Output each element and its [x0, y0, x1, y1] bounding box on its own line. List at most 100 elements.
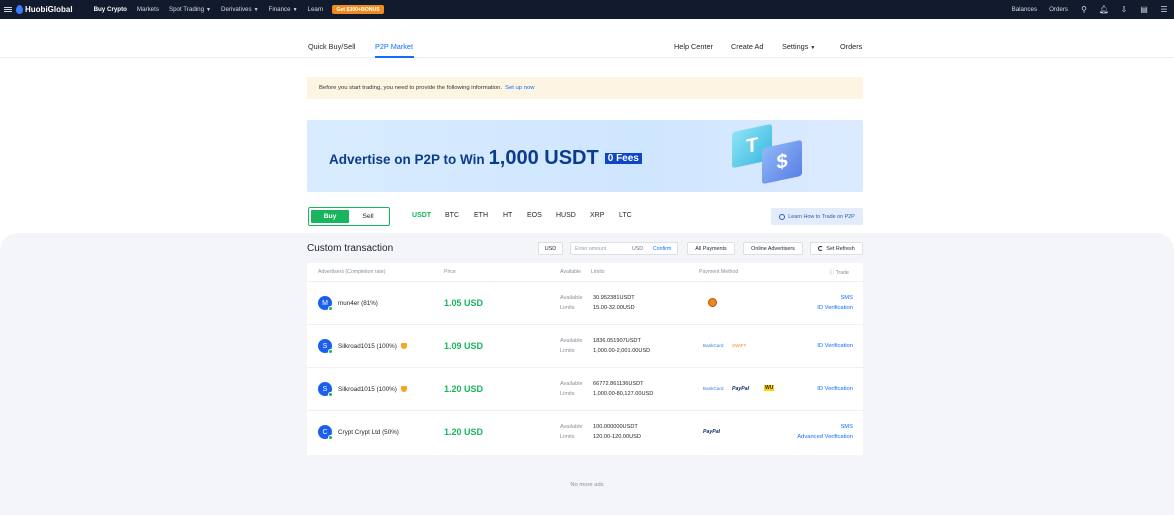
download-icon[interactable]: ⇩	[1114, 0, 1134, 19]
advertiser-name[interactable]: Silkroad1015 (100%)	[338, 386, 407, 393]
table-row: S Silkroad1015 (100%) 1.20 USD Available…	[307, 368, 863, 411]
setup-notice: Before you start trading, you need to pr…	[307, 77, 863, 99]
header-available: Available	[560, 269, 581, 275]
trade-id-verification[interactable]: ID Verification	[817, 386, 853, 392]
nav-spot-trading[interactable]: Spot Trading ▼	[164, 0, 216, 19]
help-center-link[interactable]: Help Center	[674, 42, 713, 51]
advertiser-name[interactable]: Crypt Crypt Ltd (50%)	[338, 429, 399, 436]
bank-card-icon: BankCard	[703, 343, 724, 348]
limits-range: 15.00-32.00USD	[593, 305, 635, 311]
tab-p2p-market[interactable]: P2P Market	[375, 42, 413, 51]
buy-button[interactable]: Buy	[311, 210, 349, 223]
limits-range: 1,000.00-2,001.00USD	[593, 348, 651, 354]
payment-method-icon	[708, 298, 717, 307]
settings-icon[interactable]: ☰	[1154, 0, 1174, 19]
sell-button[interactable]: Sell	[349, 210, 387, 223]
settings-dropdown[interactable]: Settings ▼	[782, 42, 815, 51]
nav-markets[interactable]: Markets	[132, 0, 164, 19]
header-price: Price	[444, 269, 456, 275]
currency-select[interactable]: USD	[538, 242, 563, 255]
paypal-icon: PayPal	[732, 386, 750, 392]
avatar[interactable]: S	[318, 382, 333, 397]
menu-icon[interactable]	[0, 0, 16, 19]
no-more-ads-text: No more ads	[570, 482, 604, 488]
flame-icon	[16, 5, 23, 14]
available-amount: 66772.861136USDT	[593, 381, 644, 387]
online-status-icon	[328, 306, 333, 311]
trade-advanced-verification[interactable]: Advanced Verification	[797, 434, 853, 440]
chevron-down-icon: ▼	[206, 6, 211, 13]
set-refresh-button[interactable]: Set Refresh	[810, 242, 863, 255]
coin-tab-usdt[interactable]: USDT	[412, 212, 431, 219]
custom-transaction-title: Custom transaction	[307, 243, 394, 254]
available-amount: 100.000000USDT	[593, 424, 638, 430]
header-trade: ⓘ Trade	[829, 270, 849, 276]
trade-id-verification[interactable]: ID Verification	[817, 343, 853, 349]
bank-card-icon: BankCard	[703, 386, 724, 391]
ad-price: 1.20 USD	[444, 384, 484, 394]
promo-badge[interactable]: Get $300+BONUS	[332, 5, 384, 14]
nav-orders[interactable]: Orders	[1043, 0, 1074, 19]
banner-text: Advertise on P2P to Win 1,000 USDT 0 Fee…	[329, 147, 642, 170]
confirm-button[interactable]: Confirm	[653, 246, 671, 252]
trade-sms[interactable]: SMS	[840, 424, 853, 430]
table-row: S Silkroad1015 (100%) 1.09 USD Available…	[307, 325, 863, 368]
advertiser-name[interactable]: Silkroad1015 (100%)	[338, 343, 407, 350]
document-icon[interactable]: ▤	[1134, 0, 1154, 19]
avatar[interactable]: S	[318, 339, 333, 354]
trade-sms[interactable]: SMS	[840, 295, 853, 301]
chevron-down-icon: ▼	[810, 45, 816, 51]
paypal-icon: PayPal	[703, 429, 721, 435]
coin-tab-husd[interactable]: HUSD	[556, 212, 576, 219]
nav-finance[interactable]: Finance ▼	[264, 0, 303, 19]
avatar[interactable]: M	[318, 296, 333, 311]
nav-balances[interactable]: Balances	[1006, 0, 1043, 19]
coin-tab-btc[interactable]: BTC	[445, 212, 459, 219]
ad-price: 1.05 USD	[444, 298, 484, 308]
promo-banner[interactable]: Advertise on P2P to Win 1,000 USDT 0 Fee…	[307, 120, 863, 192]
nav-learn[interactable]: Learn	[303, 0, 329, 19]
header-advertisers: Advertisers (Completion rate)	[318, 269, 386, 275]
merchant-badge-icon	[400, 343, 407, 349]
info-icon: ⓘ	[829, 270, 835, 276]
merchant-badge-icon	[400, 386, 407, 392]
coin-tab-xrp[interactable]: XRP	[590, 212, 604, 219]
chevron-down-icon: ▼	[292, 6, 298, 13]
swift-icon: SWIFT	[732, 343, 747, 348]
nav-derivatives[interactable]: Derivatives ▼	[216, 0, 264, 19]
western-union-icon: WU	[764, 385, 775, 391]
coin-tab-ht[interactable]: HT	[503, 212, 512, 219]
header-limits: Limits	[591, 269, 605, 275]
learn-how-to-trade-button[interactable]: Learn How to Trade on P2P	[771, 208, 863, 225]
chevron-down-icon: ▼	[253, 6, 259, 13]
table-row: C Crypt Crypt Ltd (50%) 1.20 USD Availab…	[307, 411, 863, 454]
available-amount: 1836.051907USDT	[593, 338, 641, 344]
notification-bell-icon[interactable]: 🔔︎	[1094, 0, 1114, 19]
nav-buy-crypto[interactable]: Buy Crypto	[89, 0, 132, 19]
amount-input[interactable]: Enter amount USD Confirm	[570, 242, 678, 255]
create-ad-link[interactable]: Create Ad	[731, 42, 763, 51]
set-up-now-link[interactable]: Set up now	[505, 85, 534, 91]
all-payments-select[interactable]: All Payments	[687, 242, 735, 255]
user-icon[interactable]: ⚲	[1074, 0, 1094, 19]
ads-table: Advertisers (Completion rate) Price Avai…	[307, 263, 863, 455]
tab-quick-buy-sell[interactable]: Quick Buy/Sell	[308, 42, 355, 51]
coin-tab-eos[interactable]: EOS	[527, 212, 542, 219]
p2p-subnav: Quick Buy/Sell P2P Market Help Center Cr…	[0, 19, 1174, 58]
online-status-icon	[328, 349, 333, 354]
orders-link[interactable]: Orders	[840, 42, 862, 51]
buy-sell-toggle: Buy Sell	[308, 207, 390, 226]
online-status-icon	[328, 392, 333, 397]
play-icon	[779, 213, 786, 220]
online-advertisers-toggle[interactable]: Online Advertisers	[743, 242, 803, 255]
limits-range: 1,000.00-80,127.00USD	[593, 391, 654, 397]
available-amount: 30.952381USDT	[593, 295, 635, 301]
coin-tab-eth[interactable]: ETH	[474, 212, 488, 219]
advertiser-name[interactable]: mun4er (81%)	[338, 300, 378, 307]
avatar[interactable]: C	[318, 425, 333, 440]
ad-price: 1.09 USD	[444, 341, 484, 351]
coin-tab-ltc[interactable]: LTC	[619, 212, 632, 219]
trade-id-verification[interactable]: ID Verification	[817, 305, 853, 311]
huobi-logo[interactable]: HuobiGlobal	[16, 0, 73, 19]
refresh-icon	[818, 246, 824, 251]
